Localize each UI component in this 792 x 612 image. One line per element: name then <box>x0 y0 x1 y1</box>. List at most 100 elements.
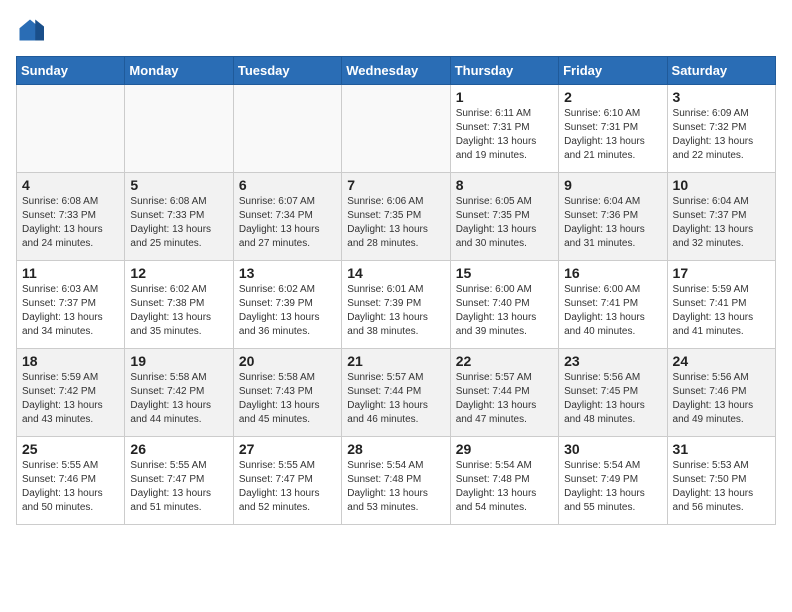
calendar-day-15: 15Sunrise: 6:00 AM Sunset: 7:40 PM Dayli… <box>450 261 558 349</box>
day-info: Sunrise: 6:03 AM Sunset: 7:37 PM Dayligh… <box>22 283 119 339</box>
calendar-header-row: SundayMondayTuesdayWednesdayThursdayFrid… <box>17 57 776 85</box>
day-number: 28 <box>347 441 444 457</box>
day-number: 2 <box>564 89 661 105</box>
day-number: 20 <box>239 353 336 369</box>
day-number: 19 <box>130 353 227 369</box>
day-number: 26 <box>130 441 227 457</box>
day-info: Sunrise: 5:55 AM Sunset: 7:47 PM Dayligh… <box>239 459 336 515</box>
day-number: 14 <box>347 265 444 281</box>
day-number: 21 <box>347 353 444 369</box>
calendar-day-4: 4 Sunrise: 6:08 AM Sunset: 7:33 PM Daylig… <box>17 173 125 261</box>
calendar-day-19: 19Sunrise: 5:58 AM Sunset: 7:42 PM Dayli… <box>125 349 233 437</box>
day-info: Sunrise: 6:06 AM Sunset: 7:35 PM Dayligh… <box>347 195 444 251</box>
calendar-empty-cell <box>17 85 125 173</box>
day-info: Sunrise: 5:54 AM Sunset: 7:48 PM Dayligh… <box>456 459 553 515</box>
weekday-header-friday: Friday <box>559 57 667 85</box>
day-info: Sunrise: 5:57 AM Sunset: 7:44 PM Dayligh… <box>347 371 444 427</box>
day-number: 8 <box>456 177 553 193</box>
day-info: Sunrise: 6:07 AM Sunset: 7:34 PM Dayligh… <box>239 195 336 251</box>
day-info: Sunrise: 6:11 AM Sunset: 7:31 PM Dayligh… <box>456 107 553 163</box>
calendar-day-13: 13Sunrise: 6:02 AM Sunset: 7:39 PM Dayli… <box>233 261 341 349</box>
calendar-day-23: 23 Sunrise: 5:56 AM Sunset: 7:45 PM Dayli… <box>559 349 667 437</box>
day-info: Sunrise: 5:59 AM Sunset: 7:42 PM Dayligh… <box>22 371 119 427</box>
day-info: Sunrise: 5:58 AM Sunset: 7:43 PM Dayligh… <box>239 371 336 427</box>
calendar-week-row: 4 Sunrise: 6:08 AM Sunset: 7:33 PM Daylig… <box>17 173 776 261</box>
day-info: Sunrise: 5:59 AM Sunset: 7:41 PM Dayligh… <box>673 283 770 339</box>
calendar-day-7: 7 Sunrise: 6:06 AM Sunset: 7:35 PM Daylig… <box>342 173 450 261</box>
day-number: 18 <box>22 353 119 369</box>
day-info: Sunrise: 5:55 AM Sunset: 7:46 PM Dayligh… <box>22 459 119 515</box>
calendar-day-30: 30Sunrise: 5:54 AM Sunset: 7:49 PM Dayli… <box>559 437 667 525</box>
day-info: Sunrise: 5:56 AM Sunset: 7:45 PM Dayligh… <box>564 371 661 427</box>
day-number: 29 <box>456 441 553 457</box>
calendar-day-5: 5Sunrise: 6:08 AM Sunset: 7:33 PM Daylig… <box>125 173 233 261</box>
calendar-week-row: 18 Sunrise: 5:59 AM Sunset: 7:42 PM Dayli… <box>17 349 776 437</box>
calendar-day-27: 27 Sunrise: 5:55 AM Sunset: 7:47 PM Dayli… <box>233 437 341 525</box>
day-number: 11 <box>22 265 119 281</box>
calendar-day-3: 3Sunrise: 6:09 AM Sunset: 7:32 PM Daylig… <box>667 85 775 173</box>
calendar-week-row: 25 Sunrise: 5:55 AM Sunset: 7:46 PM Dayli… <box>17 437 776 525</box>
calendar-day-26: 26 Sunrise: 5:55 AM Sunset: 7:47 PM Dayli… <box>125 437 233 525</box>
calendar-day-12: 12 Sunrise: 6:02 AM Sunset: 7:38 PM Dayli… <box>125 261 233 349</box>
day-number: 7 <box>347 177 444 193</box>
day-info: Sunrise: 6:08 AM Sunset: 7:33 PM Dayligh… <box>22 195 119 251</box>
day-info: Sunrise: 5:57 AM Sunset: 7:44 PM Dayligh… <box>456 371 553 427</box>
day-info: Sunrise: 5:56 AM Sunset: 7:46 PM Dayligh… <box>673 371 770 427</box>
calendar-table: SundayMondayTuesdayWednesdayThursdayFrid… <box>16 56 776 525</box>
weekday-header-monday: Monday <box>125 57 233 85</box>
calendar-day-31: 31Sunrise: 5:53 AM Sunset: 7:50 PM Dayli… <box>667 437 775 525</box>
calendar-day-6: 6Sunrise: 6:07 AM Sunset: 7:34 PM Daylig… <box>233 173 341 261</box>
calendar-day-2: 2 Sunrise: 6:10 AM Sunset: 7:31 PM Daylig… <box>559 85 667 173</box>
day-number: 16 <box>564 265 661 281</box>
day-number: 23 <box>564 353 661 369</box>
day-number: 10 <box>673 177 770 193</box>
day-number: 12 <box>130 265 227 281</box>
calendar-day-11: 11 Sunrise: 6:03 AM Sunset: 7:37 PM Dayli… <box>17 261 125 349</box>
day-number: 9 <box>564 177 661 193</box>
calendar-day-22: 22 Sunrise: 5:57 AM Sunset: 7:44 PM Dayli… <box>450 349 558 437</box>
day-info: Sunrise: 6:02 AM Sunset: 7:38 PM Dayligh… <box>130 283 227 339</box>
day-info: Sunrise: 6:02 AM Sunset: 7:39 PM Dayligh… <box>239 283 336 339</box>
day-info: Sunrise: 6:09 AM Sunset: 7:32 PM Dayligh… <box>673 107 770 163</box>
logo-icon <box>16 16 44 44</box>
calendar-day-24: 24 Sunrise: 5:56 AM Sunset: 7:46 PM Dayli… <box>667 349 775 437</box>
day-info: Sunrise: 6:04 AM Sunset: 7:37 PM Dayligh… <box>673 195 770 251</box>
day-number: 30 <box>564 441 661 457</box>
day-info: Sunrise: 6:04 AM Sunset: 7:36 PM Dayligh… <box>564 195 661 251</box>
day-number: 31 <box>673 441 770 457</box>
calendar-day-20: 20 Sunrise: 5:58 AM Sunset: 7:43 PM Dayli… <box>233 349 341 437</box>
calendar-day-14: 14 Sunrise: 6:01 AM Sunset: 7:39 PM Dayli… <box>342 261 450 349</box>
day-number: 4 <box>22 177 119 193</box>
calendar-week-row: 1 Sunrise: 6:11 AM Sunset: 7:31 PM Daylig… <box>17 85 776 173</box>
day-info: Sunrise: 6:10 AM Sunset: 7:31 PM Dayligh… <box>564 107 661 163</box>
calendar-day-16: 16 Sunrise: 6:00 AM Sunset: 7:41 PM Dayli… <box>559 261 667 349</box>
logo <box>16 16 48 44</box>
day-number: 25 <box>22 441 119 457</box>
calendar-day-9: 9 Sunrise: 6:04 AM Sunset: 7:36 PM Daylig… <box>559 173 667 261</box>
calendar-day-28: 28Sunrise: 5:54 AM Sunset: 7:48 PM Dayli… <box>342 437 450 525</box>
calendar-day-1: 1 Sunrise: 6:11 AM Sunset: 7:31 PM Daylig… <box>450 85 558 173</box>
day-number: 5 <box>130 177 227 193</box>
day-number: 1 <box>456 89 553 105</box>
calendar-empty-cell <box>342 85 450 173</box>
calendar-empty-cell <box>125 85 233 173</box>
calendar-empty-cell <box>233 85 341 173</box>
calendar-day-21: 21 Sunrise: 5:57 AM Sunset: 7:44 PM Dayli… <box>342 349 450 437</box>
calendar-day-29: 29 Sunrise: 5:54 AM Sunset: 7:48 PM Dayli… <box>450 437 558 525</box>
weekday-header-sunday: Sunday <box>17 57 125 85</box>
weekday-header-tuesday: Tuesday <box>233 57 341 85</box>
weekday-header-thursday: Thursday <box>450 57 558 85</box>
day-info: Sunrise: 6:01 AM Sunset: 7:39 PM Dayligh… <box>347 283 444 339</box>
calendar-day-18: 18 Sunrise: 5:59 AM Sunset: 7:42 PM Dayli… <box>17 349 125 437</box>
day-info: Sunrise: 5:55 AM Sunset: 7:47 PM Dayligh… <box>130 459 227 515</box>
day-number: 15 <box>456 265 553 281</box>
day-info: Sunrise: 6:05 AM Sunset: 7:35 PM Dayligh… <box>456 195 553 251</box>
day-info: Sunrise: 6:00 AM Sunset: 7:41 PM Dayligh… <box>564 283 661 339</box>
weekday-header-saturday: Saturday <box>667 57 775 85</box>
day-number: 22 <box>456 353 553 369</box>
day-number: 27 <box>239 441 336 457</box>
calendar-week-row: 11 Sunrise: 6:03 AM Sunset: 7:37 PM Dayli… <box>17 261 776 349</box>
page-header <box>16 16 776 44</box>
day-number: 24 <box>673 353 770 369</box>
day-number: 17 <box>673 265 770 281</box>
